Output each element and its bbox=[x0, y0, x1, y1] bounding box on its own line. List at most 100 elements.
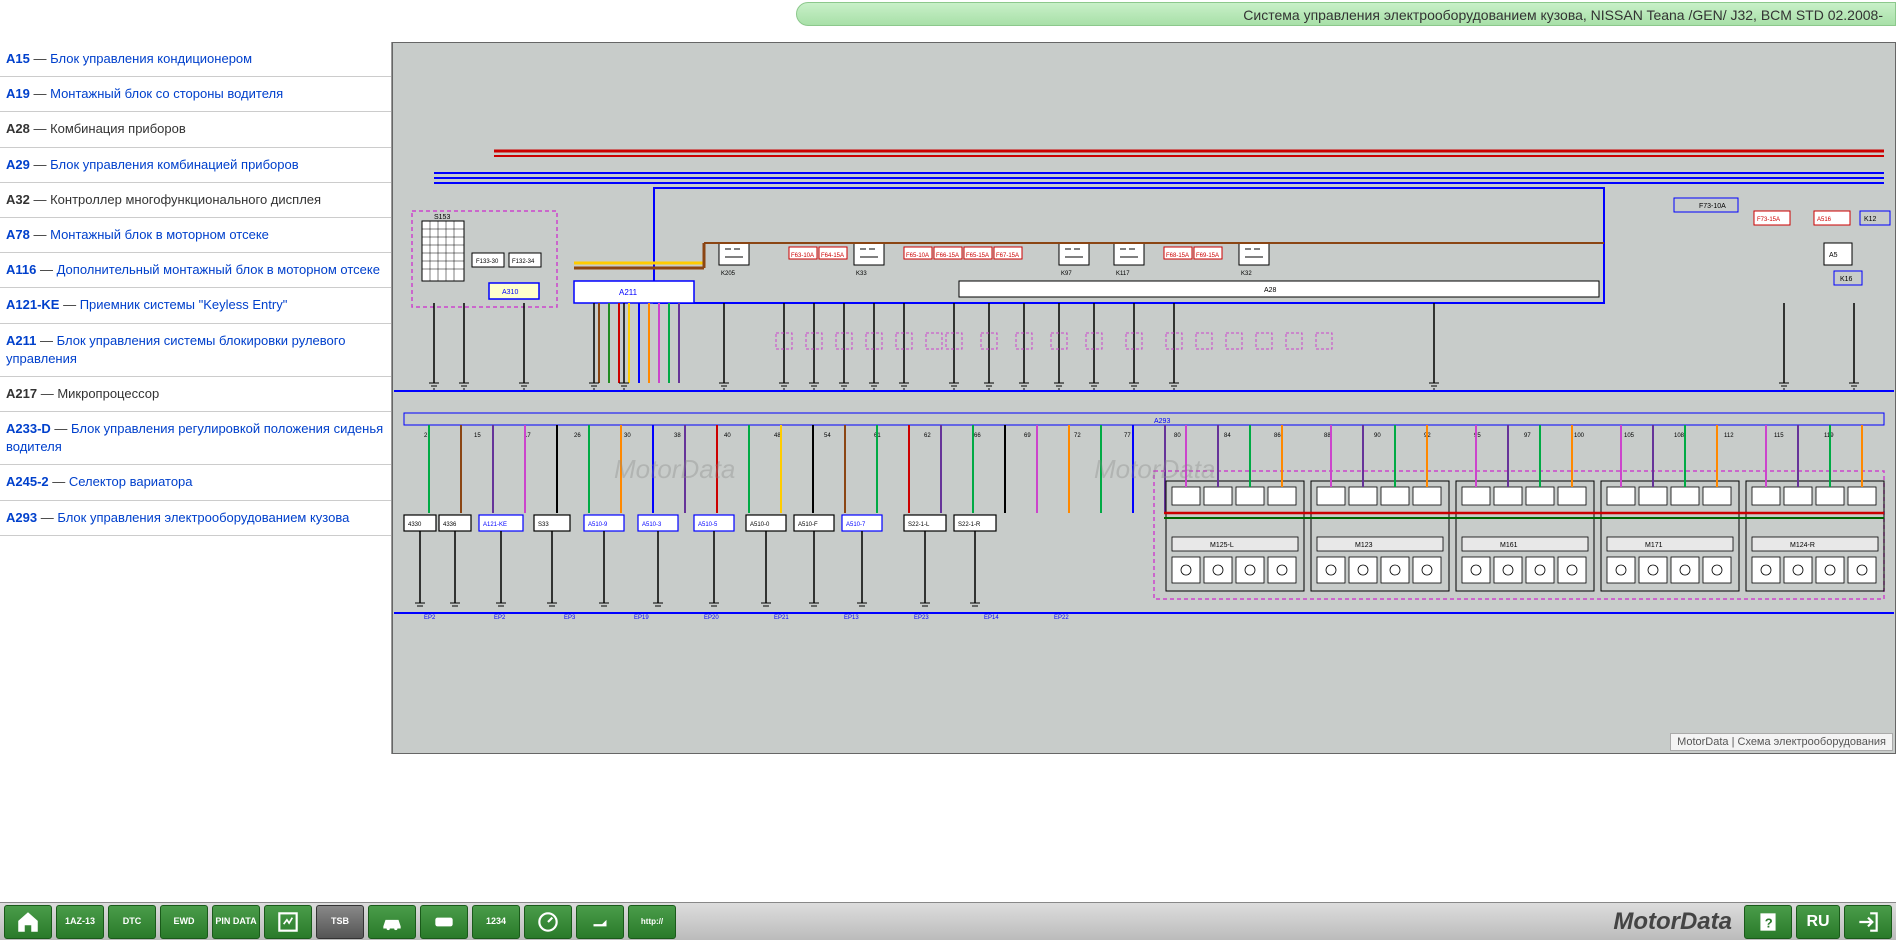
component-code: A28 bbox=[6, 121, 30, 136]
tsb-button[interactable]: TSB bbox=[316, 905, 364, 939]
svg-text:38: 38 bbox=[674, 433, 681, 439]
svg-text:F132-34: F132-34 bbox=[512, 259, 535, 265]
svg-text:72: 72 bbox=[1074, 433, 1081, 439]
car1-button[interactable] bbox=[368, 905, 416, 939]
component-desc: Монтажный блок в моторном отсеке bbox=[50, 227, 269, 242]
sidebar[interactable]: A15 — Блок управления кондиционеромA19 —… bbox=[0, 42, 392, 754]
svg-text:F63-10A: F63-10A bbox=[791, 253, 814, 259]
svg-text:F73-15A: F73-15A bbox=[1757, 217, 1780, 223]
bottom-toolbar: 1AZ-13 DTC EWD PIN DATA TSB 1234 http://… bbox=[0, 902, 1896, 940]
sidebar-item-a32[interactable]: A32 — Контроллер многофункционального ди… bbox=[0, 183, 391, 218]
component-desc: Приемник системы "Keyless Entry" bbox=[80, 297, 288, 312]
language-button[interactable]: RU bbox=[1796, 905, 1840, 939]
svg-text:A28: A28 bbox=[1264, 287, 1277, 294]
svg-text:EP2: EP2 bbox=[424, 615, 436, 621]
component-desc: Комбинация приборов bbox=[50, 121, 186, 136]
sidebar-item-a293[interactable]: A293 — Блок управления электрооборудован… bbox=[0, 501, 391, 536]
sidebar-item-a28[interactable]: A28 — Комбинация приборов bbox=[0, 112, 391, 147]
svg-text:A510-9: A510-9 bbox=[588, 522, 608, 528]
sidebar-item-a217[interactable]: A217 — Микропроцессор bbox=[0, 377, 391, 412]
svg-text:K205: K205 bbox=[721, 271, 736, 277]
svg-text:62: 62 bbox=[924, 433, 931, 439]
help-button[interactable]: ? bbox=[1744, 905, 1792, 939]
component-code: A32 bbox=[6, 192, 30, 207]
svg-text:EP20: EP20 bbox=[704, 615, 719, 621]
svg-text:84: 84 bbox=[1224, 433, 1231, 439]
sidebar-item-a19[interactable]: A19 — Монтажный блок со стороны водителя bbox=[0, 77, 391, 112]
svg-text:S153: S153 bbox=[434, 214, 450, 221]
svg-text:M123: M123 bbox=[1355, 542, 1373, 549]
component-desc: Монтажный блок со стороны водителя bbox=[50, 86, 283, 101]
diagram-svg[interactable]: S153 F133-30 F132-34 A310 A211 K205F63-1… bbox=[393, 43, 1895, 753]
svg-text:A5: A5 bbox=[1829, 252, 1838, 259]
sidebar-item-a233-d[interactable]: A233-D — Блок управления регулировкой по… bbox=[0, 412, 391, 465]
component-desc: Блок управления комбинацией приборов bbox=[50, 157, 299, 172]
svg-text:97: 97 bbox=[1524, 433, 1531, 439]
svg-text:MotorData: MotorData bbox=[614, 454, 735, 484]
main-content: A15 — Блок управления кондиционеромA19 —… bbox=[0, 42, 1896, 754]
wiring-diagram[interactable]: S153 F133-30 F132-34 A310 A211 K205F63-1… bbox=[392, 42, 1896, 754]
diag-button[interactable] bbox=[264, 905, 312, 939]
component-code: A121-KE bbox=[6, 297, 59, 312]
svg-text:S33: S33 bbox=[538, 522, 549, 528]
sidebar-item-a116[interactable]: A116 — Дополнительный монтажный блок в м… bbox=[0, 253, 391, 288]
component-code: A19 bbox=[6, 86, 30, 101]
svg-text:EP13: EP13 bbox=[844, 615, 859, 621]
svg-text:A510-F: A510-F bbox=[798, 522, 818, 528]
svg-text:EP3: EP3 bbox=[564, 615, 576, 621]
svg-text:EP14: EP14 bbox=[984, 615, 999, 621]
svg-text:A121-KE: A121-KE bbox=[483, 522, 507, 528]
sidebar-item-a15[interactable]: A15 — Блок управления кондиционером bbox=[0, 42, 391, 77]
svg-text:EP2: EP2 bbox=[494, 615, 506, 621]
sidebar-item-a121-ke[interactable]: A121-KE — Приемник системы "Keyless Entr… bbox=[0, 288, 391, 323]
gauge-button[interactable] bbox=[524, 905, 572, 939]
svg-text:F65-10A: F65-10A bbox=[906, 253, 929, 259]
svg-text:K117: K117 bbox=[1116, 271, 1130, 277]
component-code: A15 bbox=[6, 51, 30, 66]
svg-text:90: 90 bbox=[1374, 433, 1381, 439]
svg-text:F64-15A: F64-15A bbox=[821, 253, 844, 259]
ewd-button[interactable]: EWD bbox=[160, 905, 208, 939]
sidebar-item-a78[interactable]: A78 — Монтажный блок в моторном отсеке bbox=[0, 218, 391, 253]
svg-text:A510-0: A510-0 bbox=[750, 522, 770, 528]
header: Система управления электрооборудованием … bbox=[0, 0, 1896, 42]
sidebar-item-a29[interactable]: A29 — Блок управления комбинацией прибор… bbox=[0, 148, 391, 183]
svg-text:115: 115 bbox=[1774, 433, 1784, 439]
svg-text:F133-30: F133-30 bbox=[476, 259, 499, 265]
page-title-bar: Система управления электрооборудованием … bbox=[796, 2, 1896, 26]
component-code: A217 bbox=[6, 386, 37, 401]
component-code: A78 bbox=[6, 227, 30, 242]
sidebar-item-a211[interactable]: A211 — Блок управления системы блокировк… bbox=[0, 324, 391, 377]
component-desc: Микропроцессор bbox=[57, 386, 159, 401]
oil-button[interactable] bbox=[576, 905, 624, 939]
svg-text:108: 108 bbox=[1674, 433, 1685, 439]
component-desc: Блок управления электрооборудованием куз… bbox=[57, 510, 349, 525]
http-button[interactable]: http:// bbox=[628, 905, 676, 939]
svg-text:K33: K33 bbox=[856, 271, 867, 277]
svg-text:26: 26 bbox=[574, 433, 581, 439]
svg-text:4336: 4336 bbox=[443, 522, 457, 528]
svg-text:S22-1-L: S22-1-L bbox=[908, 522, 930, 528]
pin-data-button[interactable]: PIN DATA bbox=[212, 905, 260, 939]
home-button[interactable] bbox=[4, 905, 52, 939]
svg-text:105: 105 bbox=[1624, 433, 1635, 439]
component-desc: Дополнительный монтажный блок в моторном… bbox=[57, 262, 380, 277]
svg-text:F67-15A: F67-15A bbox=[996, 253, 1019, 259]
car2-button[interactable] bbox=[420, 905, 468, 939]
component-desc: Селектор вариатора bbox=[69, 474, 193, 489]
svg-text:66: 66 bbox=[974, 433, 981, 439]
svg-text:MotorData: MotorData bbox=[1094, 454, 1215, 484]
svg-text:F73-10A: F73-10A bbox=[1699, 203, 1726, 210]
svg-text:K32: K32 bbox=[1241, 271, 1252, 277]
svg-text:M161: M161 bbox=[1500, 542, 1518, 549]
engine-button[interactable]: 1AZ-13 bbox=[56, 905, 104, 939]
svg-text:M124-R: M124-R bbox=[1790, 542, 1815, 549]
component-code: A293 bbox=[6, 510, 37, 525]
dtc-button[interactable]: DTC bbox=[108, 905, 156, 939]
svg-text:69: 69 bbox=[1024, 433, 1031, 439]
sidebar-item-a245-2[interactable]: A245-2 — Селектор вариатора bbox=[0, 465, 391, 500]
bottom-spacer bbox=[0, 754, 1896, 902]
exit-button[interactable] bbox=[1844, 905, 1892, 939]
grid-button[interactable]: 1234 bbox=[472, 905, 520, 939]
svg-text:EP21: EP21 bbox=[774, 615, 789, 621]
